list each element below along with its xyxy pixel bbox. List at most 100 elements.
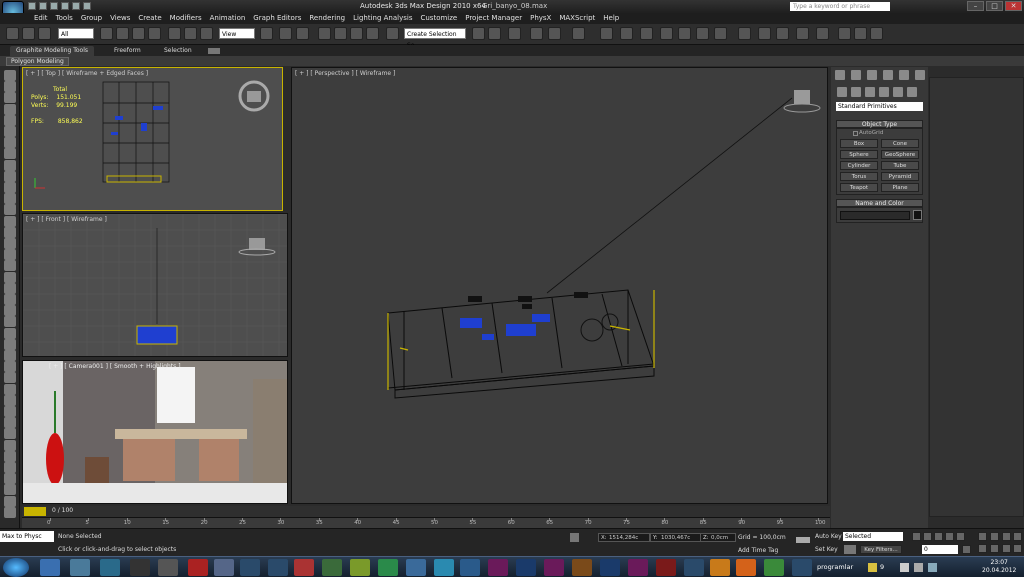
rectangular-selection-icon[interactable] xyxy=(132,27,145,40)
tab-graphite-modeling-tools[interactable]: Graphite Modeling Tools xyxy=(10,46,95,56)
indesign-icon[interactable] xyxy=(488,559,508,576)
menu-item-modifiers[interactable]: Modifiers xyxy=(166,13,206,24)
undo-icon[interactable] xyxy=(6,27,19,40)
box-button[interactable]: Box xyxy=(840,139,878,148)
select-by-name-icon[interactable] xyxy=(116,27,129,40)
graphite-tool-icon[interactable] xyxy=(4,305,16,317)
photoshop-icon[interactable] xyxy=(516,559,536,576)
volume-icon[interactable] xyxy=(914,563,923,572)
render-setup-icon[interactable] xyxy=(640,27,653,40)
curve-editor-icon[interactable] xyxy=(548,27,561,40)
ribbon-toggle-icon[interactable] xyxy=(208,48,220,54)
menu-item-physx[interactable]: PhysX xyxy=(526,13,555,24)
graphite-tool-icon[interactable] xyxy=(4,361,16,373)
graphite-tool-icon[interactable] xyxy=(4,282,16,294)
plane-button[interactable]: Plane xyxy=(881,183,919,192)
z-coordinate-field[interactable]: Z: 0,0cm xyxy=(700,533,736,542)
app-icon[interactable] xyxy=(684,559,704,576)
app-icon[interactable] xyxy=(214,559,234,576)
illustrator-icon[interactable] xyxy=(572,559,592,576)
window-crossing-icon[interactable] xyxy=(148,27,161,40)
key-filters-button[interactable]: Key Filters... xyxy=(860,545,902,554)
zoom-extents-all-icon[interactable] xyxy=(1013,532,1022,541)
menu-item-tools[interactable]: Tools xyxy=(52,13,77,24)
menu-item-rendering[interactable]: Rendering xyxy=(305,13,349,24)
pivot-center-icon[interactable] xyxy=(260,27,273,40)
menu-item-maxscript[interactable]: MAXScript xyxy=(555,13,599,24)
key-mode-select[interactable]: Selected xyxy=(843,532,903,541)
helpers-icon[interactable] xyxy=(893,87,903,97)
graphite-tool-icon[interactable] xyxy=(4,170,16,182)
app-icon[interactable] xyxy=(406,559,426,576)
shapes-icon[interactable] xyxy=(851,87,861,97)
open-file-icon[interactable] xyxy=(39,2,47,10)
current-frame-field[interactable]: 0 xyxy=(922,545,958,554)
app-icon[interactable] xyxy=(350,559,370,576)
ragdoll-icon[interactable] xyxy=(816,27,829,40)
motion-tab-icon[interactable] xyxy=(883,70,893,80)
graphite-tool-icon[interactable] xyxy=(4,428,16,440)
physx-icon[interactable] xyxy=(738,27,751,40)
graphite-tool-icon[interactable] xyxy=(4,439,16,451)
autocad-icon[interactable] xyxy=(188,559,208,576)
close-button[interactable]: ✕ xyxy=(1005,1,1022,11)
layer-manager-icon[interactable] xyxy=(508,27,521,40)
cone-button[interactable]: Cone xyxy=(881,139,919,148)
go-to-start-icon[interactable] xyxy=(912,532,921,541)
pyramid-button[interactable]: Pyramid xyxy=(881,172,919,181)
add-time-tag-button[interactable]: Add Time Tag xyxy=(738,547,778,554)
x-coordinate-field[interactable]: X: 1514,284c xyxy=(598,533,650,542)
network-icon[interactable] xyxy=(900,563,909,572)
schematic-view-icon[interactable] xyxy=(600,27,613,40)
menu-item-project-manager[interactable]: Project Manager xyxy=(461,13,526,24)
hierarchy-tab-icon[interactable] xyxy=(867,70,877,80)
menu-item-graph-editors[interactable]: Graph Editors xyxy=(249,13,305,24)
viewport-top[interactable]: [ + ] [ Top ] [ Wireframe + Edged Faces … xyxy=(22,67,283,211)
app-icon[interactable] xyxy=(268,559,288,576)
graphite-tools-icon[interactable] xyxy=(530,27,543,40)
viewport-front[interactable]: [ + ] [ Front ] [ Wireframe ] xyxy=(22,213,288,357)
app-icon[interactable] xyxy=(710,559,730,576)
sphere-button[interactable]: Sphere xyxy=(840,150,878,159)
select-object-icon[interactable] xyxy=(100,27,113,40)
graphite-tool-icon[interactable] xyxy=(4,495,16,507)
viewport-camera[interactable]: [ + ] [ Camera001 ] [ Smooth + Highlight… xyxy=(22,360,288,504)
graphite-tool-icon[interactable] xyxy=(4,417,16,429)
geometry-icon[interactable] xyxy=(837,87,847,97)
next-frame-icon[interactable] xyxy=(945,532,954,541)
graphite-tool-icon[interactable] xyxy=(4,204,16,216)
graphite-tool-icon[interactable] xyxy=(4,137,16,149)
viewport-perspective[interactable]: [ + ] [ Perspective ] [ Wireframe ] xyxy=(291,67,828,504)
firefox-icon[interactable] xyxy=(736,559,756,576)
folder-icon[interactable] xyxy=(868,563,877,572)
graphite-tool-icon[interactable] xyxy=(4,70,16,81)
cameras-icon[interactable] xyxy=(879,87,889,97)
teapot-render-icon[interactable] xyxy=(714,27,727,40)
graphite-tool-icon[interactable] xyxy=(4,249,16,261)
3dsmax-taskbar-icon[interactable] xyxy=(70,559,90,576)
scale-icon[interactable] xyxy=(200,27,213,40)
app-icon[interactable] xyxy=(378,559,398,576)
graphite-tool-icon[interactable] xyxy=(4,126,16,137)
spinner-snap-icon[interactable] xyxy=(366,27,379,40)
create-tab-icon[interactable] xyxy=(835,70,845,80)
set-keys-icon[interactable] xyxy=(844,545,856,554)
object-type-rollout-header[interactable]: Object Type xyxy=(836,120,923,128)
rigid-body-icon[interactable] xyxy=(776,27,789,40)
viewcube-icon[interactable] xyxy=(247,91,261,102)
keyboard-shortcut-icon[interactable] xyxy=(296,27,309,40)
photoshop-icon[interactable] xyxy=(600,559,620,576)
graphite-tool-icon[interactable] xyxy=(4,81,16,93)
app-icon[interactable] xyxy=(460,559,480,576)
viewport-label[interactable]: [ + ] [ Top ] [ Wireframe + Edged Faces … xyxy=(26,70,148,77)
viewport-label[interactable]: [ + ] [ Camera001 ] [ Smooth + Highlight… xyxy=(49,363,181,370)
viewcube-icon[interactable] xyxy=(249,238,265,250)
graphite-tool-icon[interactable] xyxy=(4,92,16,104)
zoom-all-icon[interactable] xyxy=(990,532,999,541)
tab-selection[interactable]: Selection xyxy=(158,46,198,56)
menu-item-animation[interactable]: Animation xyxy=(206,13,250,24)
project-folder-icon[interactable] xyxy=(83,2,91,10)
align-icon[interactable] xyxy=(488,27,501,40)
lights-icon[interactable] xyxy=(865,87,875,97)
menu-item-help[interactable]: Help xyxy=(599,13,623,24)
